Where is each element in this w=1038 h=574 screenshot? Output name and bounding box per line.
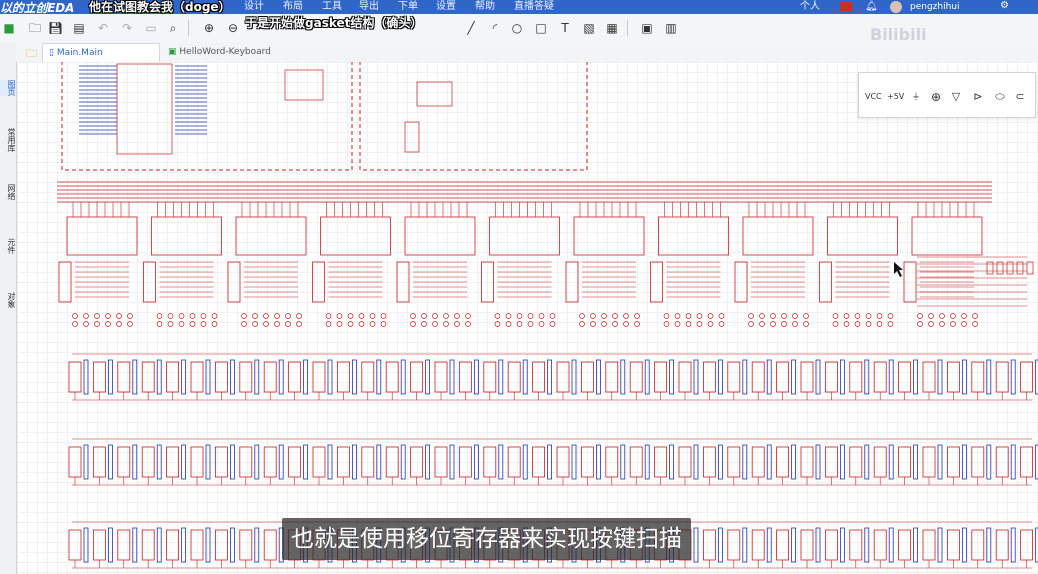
image-icon[interactable]: ▧ [582,21,596,35]
document-tabs: 🗀 ▯ Main.Main ▣ HelloWord-Keyboard [16,42,1038,64]
redo-icon[interactable]: ↷ [120,21,134,35]
save-icon[interactable]: 💾︎ [48,21,63,35]
ground-triangle-icon[interactable]: ▽ [949,90,963,104]
gnd-icon[interactable]: ⏚ [909,90,923,104]
open-folder-icon[interactable]: 🗀 [28,21,42,35]
netlist-icon[interactable]: ▥ [664,21,678,35]
avatar[interactable] [890,1,902,13]
zoom-out-icon[interactable]: ⊖ [226,21,240,35]
personal-menu[interactable]: 个人 [800,0,820,14]
menu-layout[interactable]: 布局 [283,0,303,14]
video-title-overlay: 他在试图教会我（doge） [89,0,231,14]
find-icon[interactable]: ⌕ [166,21,180,35]
save-all-icon[interactable]: ▤ [72,21,86,35]
video-subtitle: 也就是使用移位寄存器来实现按键扫描 [282,518,691,560]
tag-icon[interactable]: ⬭ [993,90,1007,104]
netport-icon[interactable]: ⊳ [971,90,985,104]
tab-main[interactable]: ▯ Main.Main [42,43,160,64]
toolbar-separator [188,20,189,36]
plus5v-icon[interactable]: +5V [887,90,904,104]
menu-live-qa[interactable]: 直播答疑 [514,0,554,14]
rectangle-icon[interactable]: □ [534,21,548,35]
wire-icon[interactable]: ⊂ [1013,90,1027,104]
tab-label: Main.Main [56,48,103,58]
line-icon[interactable]: ╱ [464,21,478,35]
text-icon[interactable]: T [558,21,572,35]
menu-order[interactable]: 下单 [398,0,418,14]
arrow-down-icon[interactable]: ⊕ [929,90,943,104]
bom-icon[interactable]: ▣ [640,21,654,35]
menu-settings[interactable]: 设置 [436,0,456,14]
vcc-icon[interactable]: VCC [865,90,882,104]
new-icon[interactable]: ■ [2,21,16,35]
flag-icon[interactable] [840,2,852,11]
table-icon[interactable]: ▦ [605,21,619,35]
sidebar-item-objects[interactable]: 对象 [0,292,16,308]
gear-icon[interactable]: ⚙ [1000,0,1009,11]
menu-help[interactable]: 帮助 [475,0,495,14]
caption-overlay: 于是开始做gasket结构（确头） [245,16,423,30]
username[interactable]: pengzhihui [910,0,960,14]
menu-export[interactable]: 导出 [359,0,379,14]
undo-icon[interactable]: ↶ [96,21,110,35]
schematic-icon: ▯ [49,48,54,58]
pcb-icon: ▣ [168,47,177,57]
tab-label: HelloWord-Keyboard [179,47,271,57]
bell-icon[interactable]: 🔔︎ [865,1,878,12]
zoom-in-icon[interactable]: ⊕ [202,21,216,35]
tab-keyboard-pcb[interactable]: ▣ HelloWord-Keyboard [162,43,288,62]
wiring-toolbar: VCC +5V ⏚ ⊕ ▽ ⊳ ⬭ ⊂ [858,72,1036,118]
menu-tools[interactable]: 工具 [322,0,342,14]
menu-design[interactable]: 设计 [244,0,264,14]
delete-icon[interactable]: ▭ [144,21,158,35]
sidebar-item-pages[interactable]: 图页 [0,80,16,96]
sidebar-item-components[interactable]: 元件 [0,238,16,254]
circle-icon[interactable]: ○ [510,21,524,35]
sidebar-item-nets[interactable]: 网络 [0,184,16,200]
schematic-drawing [57,62,1038,569]
arc-icon[interactable]: ◜ [488,21,502,35]
sidebar-item-library[interactable]: 常用库 [0,128,16,152]
toolbar-separator [627,20,628,36]
left-sidebar: 图页 常用库 网络 元件 对象 [0,42,17,574]
schematic-canvas[interactable] [17,62,1038,574]
